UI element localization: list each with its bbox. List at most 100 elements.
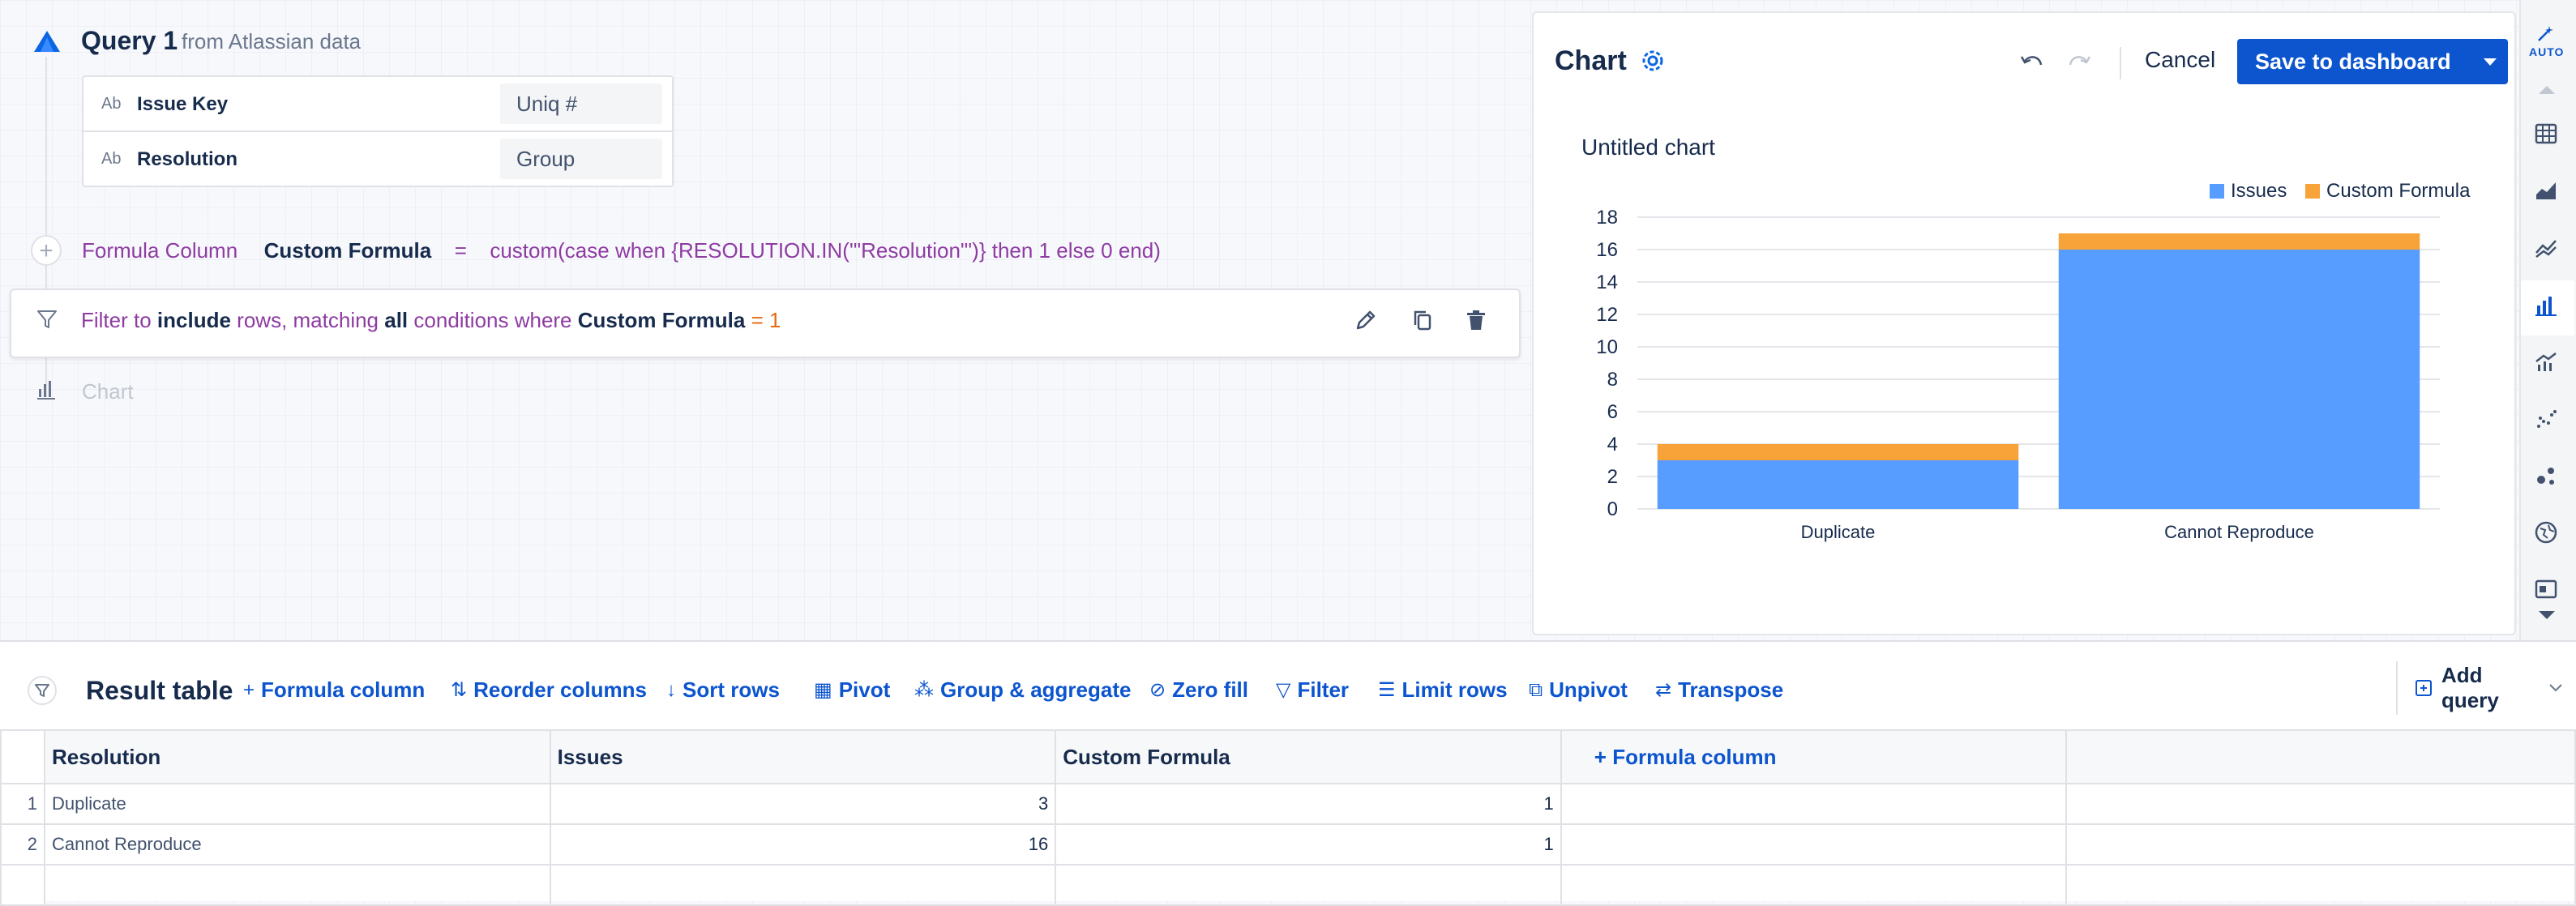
x-tick-label: Cannot Reproduce xyxy=(2164,522,2314,542)
save-dropdown-chevron-icon[interactable] xyxy=(2484,58,2497,66)
cell-resolution[interactable]: Duplicate xyxy=(43,783,551,825)
bar-issues[interactable] xyxy=(2058,250,2420,509)
y-tick-label: 8 xyxy=(1607,369,1618,391)
cell-empty xyxy=(2065,783,2576,825)
formula-column-button[interactable]: + Formula column xyxy=(243,677,425,703)
chart-step-label[interactable]: Chart xyxy=(82,379,134,404)
column-header-issues[interactable]: Issues xyxy=(549,729,1057,784)
cell-empty xyxy=(2065,823,2576,865)
area-chart-icon[interactable] xyxy=(2534,178,2558,203)
combo-chart-icon[interactable] xyxy=(2534,350,2558,374)
row-number: 1 xyxy=(0,783,45,825)
zero-fill-button[interactable]: ⊘ Zero fill xyxy=(1149,677,1248,703)
column-header-resolution[interactable]: Resolution xyxy=(43,729,551,784)
filter-text: conditions where xyxy=(413,308,572,332)
legend-item-issues[interactable]: Issues xyxy=(2210,180,2287,202)
query-source[interactable]: from Atlassian data xyxy=(182,29,361,54)
scroll-up-chevron-icon[interactable] xyxy=(2537,84,2557,96)
query-title[interactable]: Query 1 xyxy=(81,26,178,56)
toolbar-button-label: Formula column xyxy=(261,677,426,702)
cell-resolution[interactable]: Cannot Reproduce xyxy=(43,823,551,865)
line-chart-icon[interactable] xyxy=(2534,235,2558,259)
chart-settings-gear-icon[interactable] xyxy=(1639,47,1667,75)
field-aggregation-select[interactable]: Group xyxy=(500,139,662,179)
add-query-chevron-down-icon[interactable] xyxy=(2548,683,2563,693)
filter-value[interactable]: 1 xyxy=(769,308,781,332)
field-row-issue-key[interactable]: Ab Issue Key Uniq # xyxy=(83,77,672,130)
redo-icon[interactable] xyxy=(2065,50,2093,73)
sort-icon: ↓ xyxy=(666,678,676,701)
add-query-button[interactable]: Add query xyxy=(2396,661,2563,715)
legend-label: Custom Formula xyxy=(2326,180,2471,202)
save-to-dashboard-button[interactable]: Save to dashboard xyxy=(2237,39,2508,84)
zero-fill-icon: ⊘ xyxy=(1149,679,1166,701)
pivot-button[interactable]: ▦ Pivot xyxy=(814,677,890,703)
toolbar-button-label: Transpose xyxy=(1678,677,1784,702)
bar-custom-formula[interactable] xyxy=(1657,444,2019,460)
filter-match[interactable]: all xyxy=(384,308,408,332)
toolbar-button-label: Zero fill xyxy=(1172,677,1249,702)
formula-label: Formula Column xyxy=(82,238,238,263)
reorder-columns-button[interactable]: ⇅ Reorder columns xyxy=(451,677,647,703)
group-aggregate-button[interactable]: ⁂ Group & aggregate xyxy=(914,677,1131,703)
formula-step[interactable]: Formula Column Custom Formula = custom(c… xyxy=(82,238,1161,263)
auto-chart-label[interactable]: AUTO xyxy=(2529,45,2564,58)
cell-issues[interactable]: 3 xyxy=(549,783,1057,825)
filter-field[interactable]: Custom Formula xyxy=(578,308,746,332)
add-step-icon[interactable]: + xyxy=(31,235,62,266)
cell-custom-formula[interactable]: 1 xyxy=(1055,783,1562,825)
add-formula-column-header[interactable]: + Formula column xyxy=(1560,729,2068,784)
y-tick-label: 0 xyxy=(1607,498,1618,520)
cancel-button[interactable]: Cancel xyxy=(2145,47,2215,73)
from-label: from xyxy=(182,29,224,53)
edit-icon[interactable] xyxy=(1354,308,1378,332)
cell-custom-formula[interactable]: 1 xyxy=(1055,823,1562,865)
y-tick-label: 4 xyxy=(1607,434,1618,455)
empty-column-header xyxy=(2065,729,2576,784)
table-chart-icon[interactable] xyxy=(2534,122,2558,146)
table-row[interactable]: 2 Cannot Reproduce 16 1 xyxy=(0,823,2576,865)
fields-list: Ab Issue Key Uniq # Ab Resolution Group xyxy=(82,75,674,187)
bubble-chart-icon[interactable] xyxy=(2534,464,2558,488)
result-filter-icon[interactable] xyxy=(28,676,57,705)
column-header-custom-formula[interactable]: Custom Formula xyxy=(1055,729,1562,784)
field-row-resolution[interactable]: Ab Resolution Group xyxy=(83,130,672,186)
save-button-label: Save to dashboard xyxy=(2255,49,2451,74)
table-row[interactable]: 1 Duplicate 3 1 xyxy=(0,783,2576,825)
single-value-chart-icon[interactable] xyxy=(2534,577,2558,601)
field-aggregation-select[interactable]: Uniq # xyxy=(500,83,662,124)
scroll-down-chevron-icon[interactable] xyxy=(2537,609,2557,621)
limit-rows-icon: ☰ xyxy=(1378,679,1396,701)
x-tick-label: Duplicate xyxy=(1801,522,1876,542)
plus-icon: + xyxy=(243,678,255,701)
filter-button[interactable]: ▽ Filter xyxy=(1276,677,1349,703)
scatter-chart-icon[interactable] xyxy=(2534,407,2558,431)
bar-issues[interactable] xyxy=(1657,460,2019,509)
legend-item-custom-formula[interactable]: Custom Formula xyxy=(2305,180,2470,202)
limit-rows-button[interactable]: ☰ Limit rows xyxy=(1378,677,1508,703)
y-tick-label: 6 xyxy=(1607,401,1618,423)
bar-custom-formula[interactable] xyxy=(2058,233,2420,250)
map-chart-icon[interactable] xyxy=(2534,520,2558,545)
toolbar-button-label: Sort rows xyxy=(683,677,780,702)
cell-empty xyxy=(1055,864,1562,906)
y-tick-label: 12 xyxy=(1596,304,1618,326)
query-logo-icon xyxy=(32,29,62,53)
source-name[interactable]: Atlassian data xyxy=(229,29,361,53)
undo-icon[interactable] xyxy=(2018,50,2046,73)
result-table: Resolution Issues Custom Formula + Formu… xyxy=(0,729,2576,906)
delete-icon[interactable] xyxy=(1464,308,1488,332)
cell-issues[interactable]: 16 xyxy=(549,823,1057,865)
row-number-header xyxy=(0,729,45,784)
sort-rows-button[interactable]: ↓ Sort rows xyxy=(666,677,780,703)
legend-label: Issues xyxy=(2231,180,2287,202)
unpivot-button[interactable]: ⧉ Unpivot xyxy=(1529,677,1628,703)
duplicate-icon[interactable] xyxy=(1410,308,1435,332)
cell-empty xyxy=(2065,864,2576,906)
y-tick-label: 14 xyxy=(1596,271,1618,293)
filter-mode[interactable]: include xyxy=(157,308,231,332)
bar-chart-icon[interactable] xyxy=(2534,293,2558,318)
result-table-title: Result table xyxy=(86,676,233,705)
chart-title[interactable]: Untitled chart xyxy=(1581,135,1715,160)
transpose-button[interactable]: ⇄ Transpose xyxy=(1655,677,1783,703)
